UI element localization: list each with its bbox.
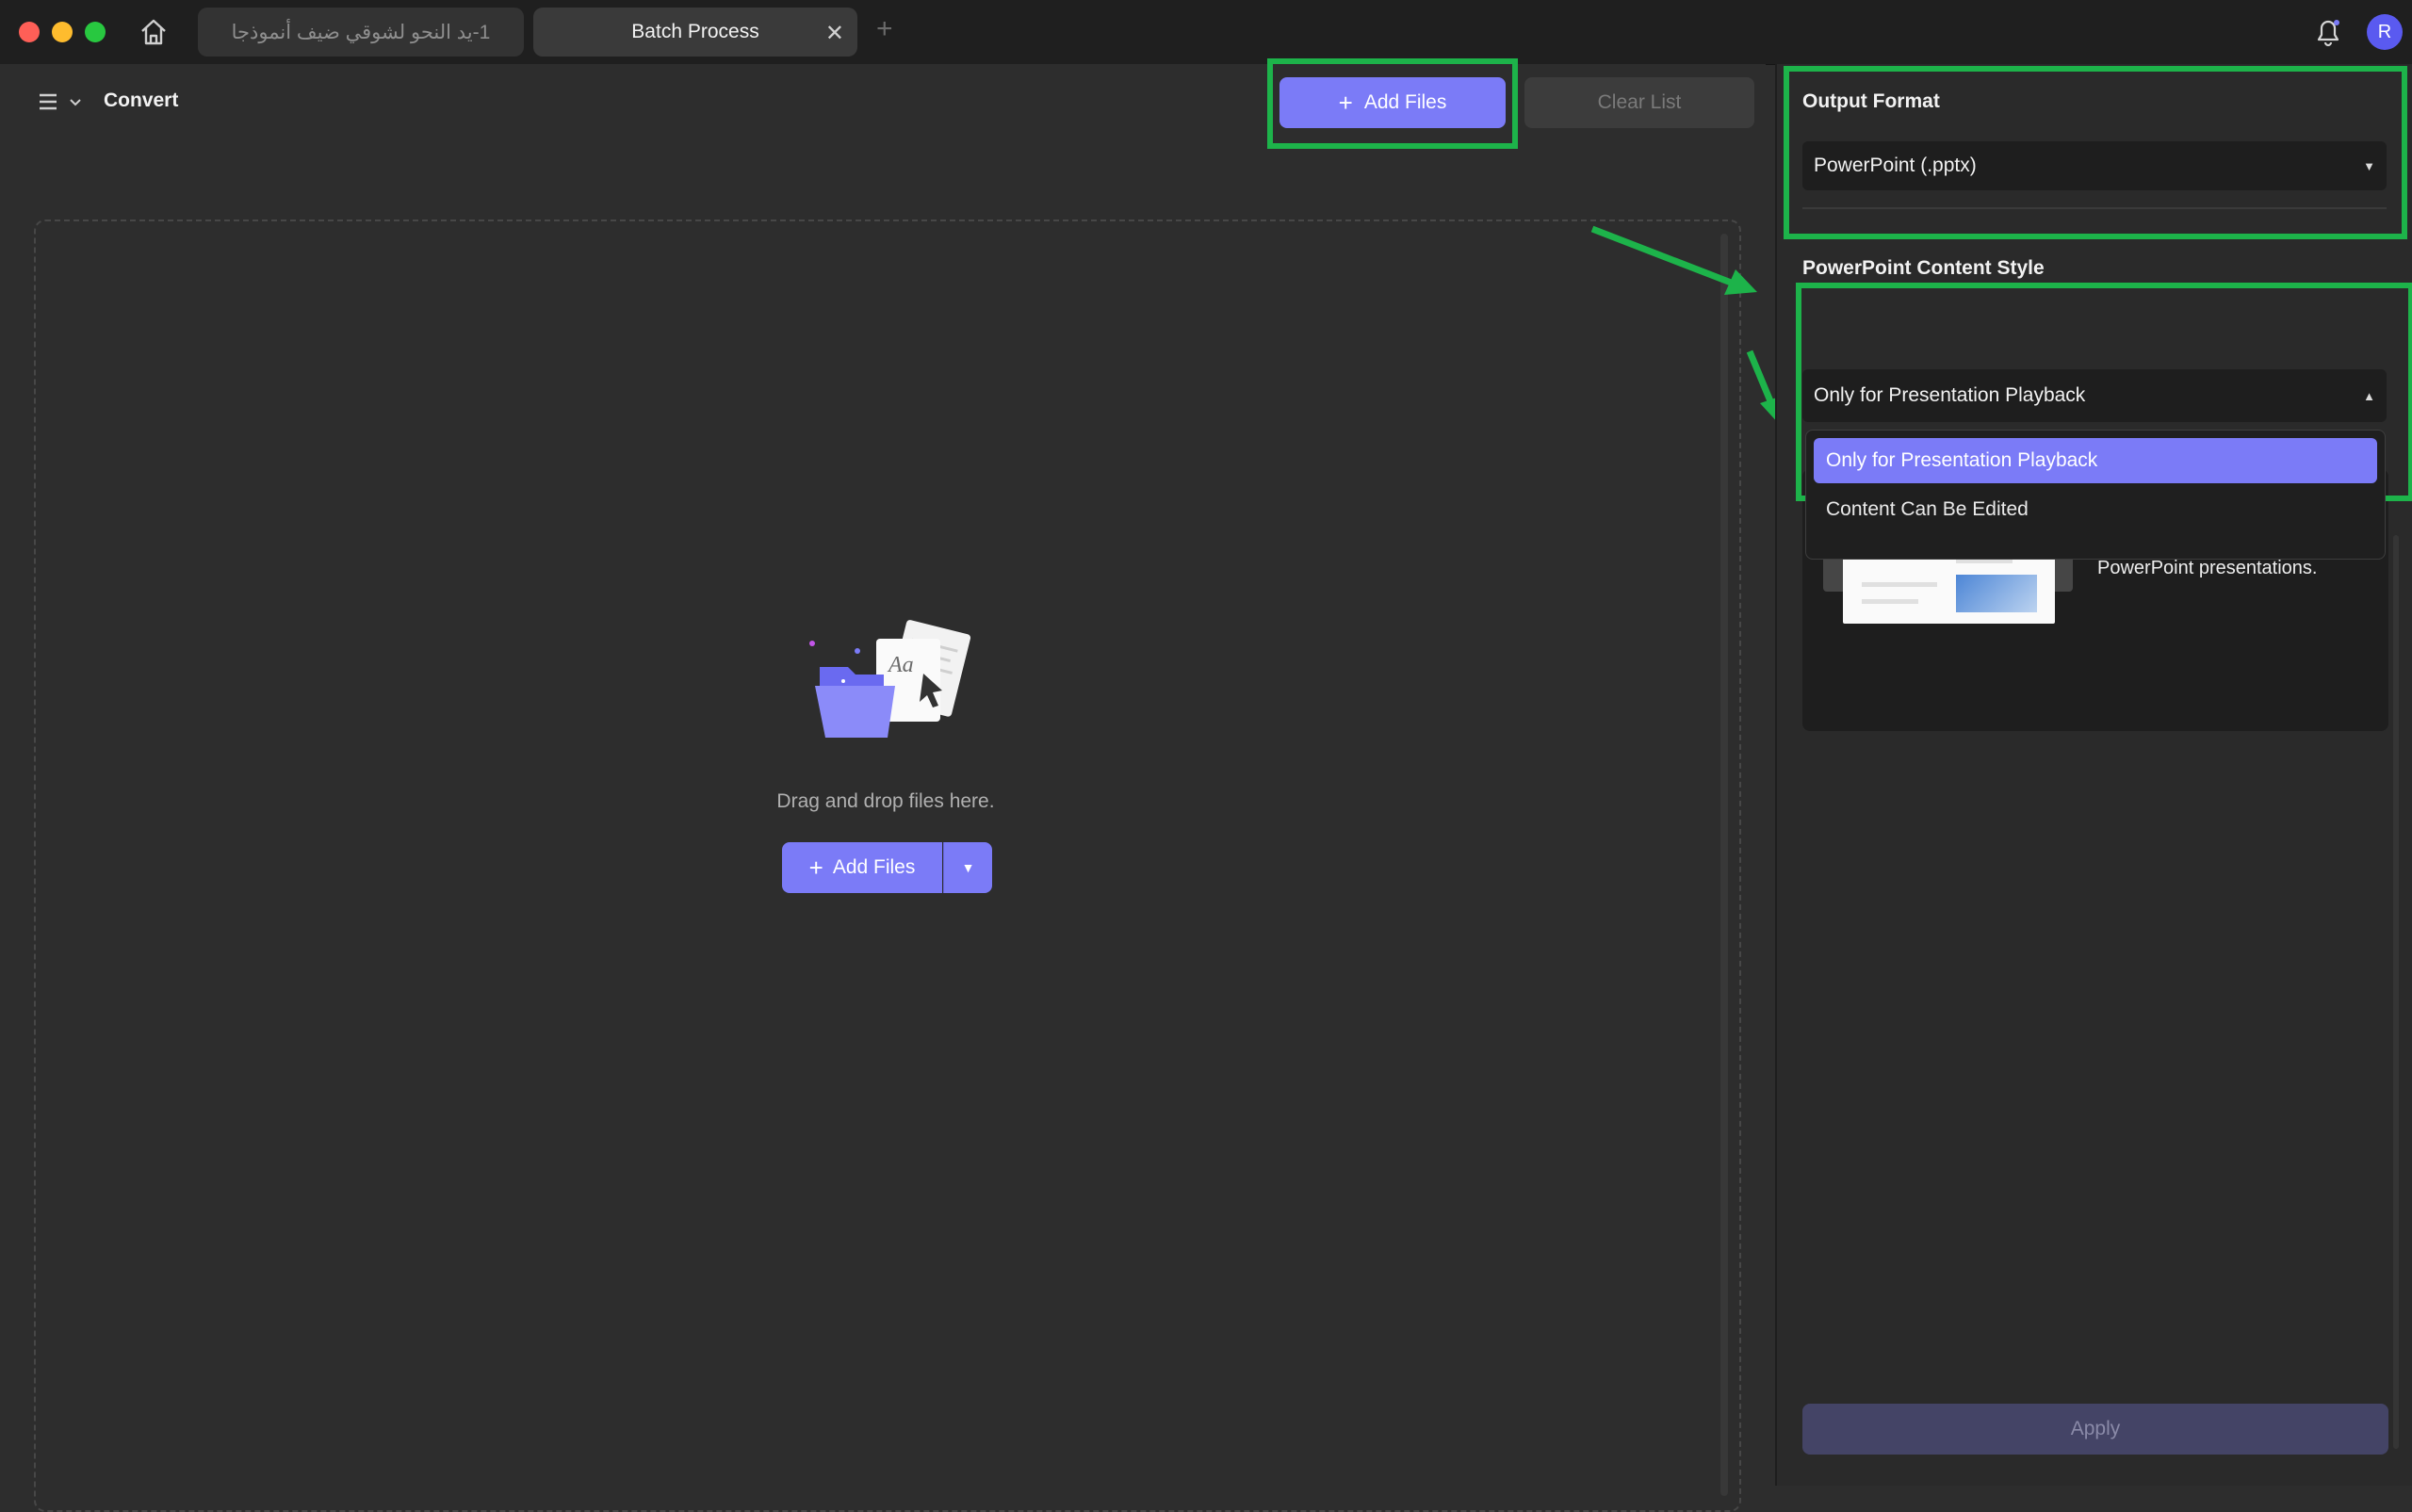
- output-format-label: Output Format: [1802, 90, 1940, 112]
- home-icon[interactable]: [137, 15, 171, 49]
- bell-icon[interactable]: [2312, 15, 2344, 49]
- clear-list-button[interactable]: Clear List: [1524, 77, 1754, 128]
- content-style-label: PowerPoint Content Style: [1802, 257, 2045, 279]
- add-files-center-button[interactable]: + Add Files: [782, 842, 942, 893]
- output-format-value: PowerPoint (.pptx): [1814, 154, 1977, 176]
- preview-image: [1956, 575, 2037, 612]
- content-style-value: Only for Presentation Playback: [1814, 384, 2086, 406]
- content-style-option-playback[interactable]: Only for Presentation Playback: [1814, 438, 2377, 483]
- annotation-arrows: [1590, 225, 1781, 425]
- add-files-label: Add Files: [1363, 91, 1447, 113]
- content-style-menu: Only for Presentation Playback Content C…: [1805, 430, 2386, 560]
- menu-icon[interactable]: [36, 89, 62, 115]
- main-panel: Convert + Add Files Clear List Aa Drag a…: [0, 58, 1781, 1512]
- page-title: Convert: [104, 89, 179, 111]
- apply-label: Apply: [2070, 1418, 2121, 1439]
- divider: [1802, 207, 2387, 209]
- caret-up-icon: ▲: [2363, 388, 2375, 403]
- settings-panel: Output Format PowerPoint (.pptx) ▼ Power…: [1775, 64, 2412, 1486]
- folder-illustration: Aa: [801, 615, 980, 766]
- new-tab-plus-icon[interactable]: +: [876, 13, 893, 45]
- tab-batch-process[interactable]: Batch Process ✕: [533, 8, 857, 57]
- add-files-dropdown-button[interactable]: ▼: [943, 842, 992, 893]
- drop-hint: Drag and drop files here.: [776, 790, 995, 812]
- close-window-button[interactable]: [19, 22, 40, 42]
- caret-down-icon: ▼: [2363, 158, 2375, 173]
- plus-icon: +: [1338, 88, 1353, 117]
- close-icon[interactable]: ✕: [825, 20, 844, 47]
- tab-label: 1-يد النحو لشوقي ضيف أنموذجا: [231, 21, 491, 43]
- content-style-select[interactable]: Only for Presentation Playback ▲: [1802, 369, 2387, 422]
- add-files-button[interactable]: + Add Files: [1279, 77, 1506, 128]
- sidebar-scrollbar[interactable]: [2393, 535, 2399, 1449]
- avatar-initial: R: [2377, 21, 2392, 42]
- maximize-window-button[interactable]: [85, 22, 106, 42]
- title-bar: 1-يد النحو لشوقي ضيف أنموذجا Batch Proce…: [0, 0, 2412, 65]
- caret-down-icon: ▼: [961, 860, 975, 875]
- clear-list-label: Clear List: [1597, 91, 1682, 113]
- add-files-label: Add Files: [832, 856, 916, 878]
- apply-button[interactable]: Apply: [1802, 1404, 2388, 1455]
- svg-text:Aa: Aa: [887, 653, 914, 677]
- chevron-down-icon[interactable]: [66, 92, 85, 111]
- minimize-window-button[interactable]: [52, 22, 73, 42]
- content-style-option-editable[interactable]: Content Can Be Edited: [1814, 487, 2377, 532]
- tab-label: Batch Process: [631, 21, 759, 42]
- tab-document[interactable]: 1-يد النحو لشوقي ضيف أنموذجا: [198, 8, 524, 57]
- output-format-select[interactable]: PowerPoint (.pptx) ▼: [1802, 141, 2387, 190]
- plus-icon: +: [808, 853, 823, 882]
- avatar[interactable]: R: [2367, 14, 2403, 50]
